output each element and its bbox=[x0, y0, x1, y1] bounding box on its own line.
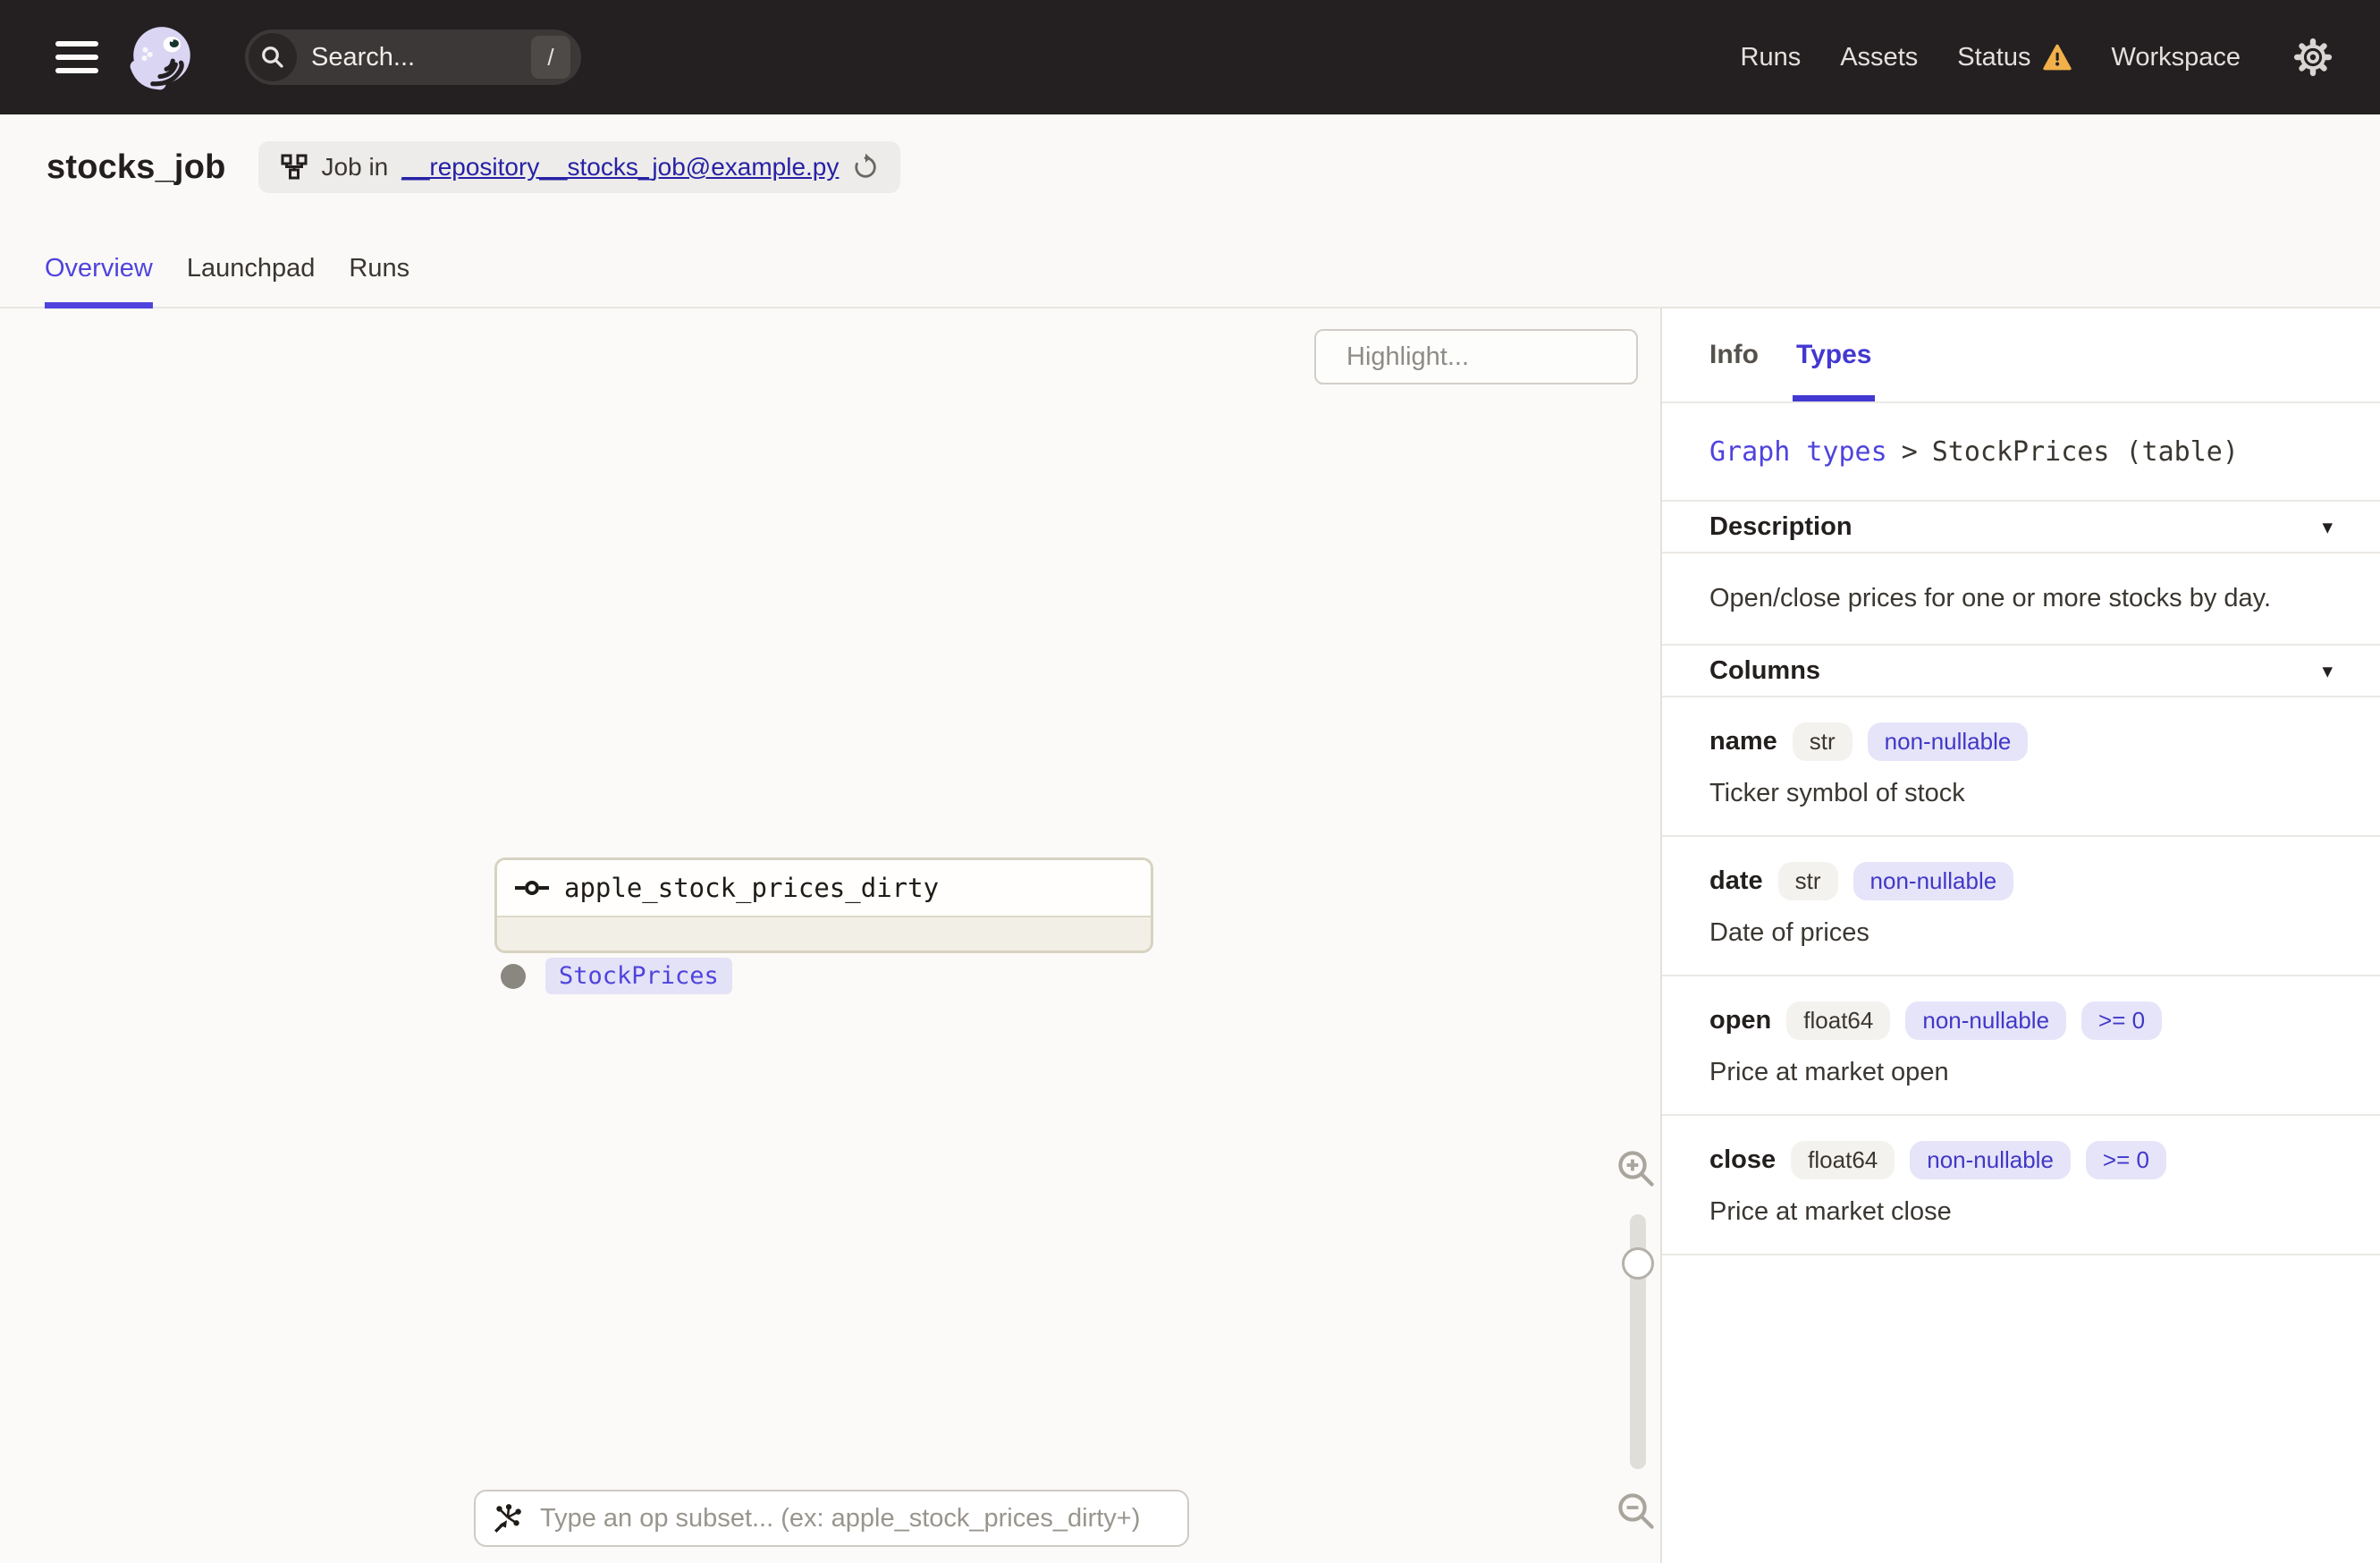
dagster-app: Search... / Runs Assets Status Workspace bbox=[0, 0, 2380, 1563]
column-row: name str non-nullable Ticker symbol of s… bbox=[1662, 697, 2380, 837]
panel-tabs: Info Types bbox=[1662, 308, 2380, 403]
column-description: Price at market close bbox=[1709, 1197, 1952, 1226]
nav-item-workspace[interactable]: Workspace bbox=[2111, 43, 2241, 72]
search-placeholder: Search... bbox=[311, 42, 416, 72]
column-row: date str non-nullable Date of prices bbox=[1662, 837, 2380, 976]
description-text: Open/close prices for one or more stocks… bbox=[1662, 553, 2380, 646]
tab-overview[interactable]: Overview bbox=[45, 254, 153, 308]
chevron-down-icon: ▾ bbox=[2322, 658, 2333, 682]
columns-list: name str non-nullable Ticker symbol of s… bbox=[1662, 697, 2380, 1255]
column-constraint-badges: non-nullable bbox=[1867, 722, 2029, 761]
menu-icon[interactable] bbox=[55, 41, 98, 73]
search-icon bbox=[249, 33, 297, 81]
zoom-out-icon[interactable] bbox=[1615, 1490, 1658, 1537]
op-node-body bbox=[497, 917, 1151, 950]
constraint-badge: non-nullable bbox=[1867, 722, 2029, 761]
column-name: close bbox=[1709, 1145, 1777, 1174]
op-output: StockPrices bbox=[501, 958, 732, 994]
nav-links: Runs Assets Status Workspace bbox=[1741, 37, 2380, 78]
column-constraint-badges: non-nullable >= 0 bbox=[1910, 1141, 2166, 1179]
tab-launchpad[interactable]: Launchpad bbox=[187, 254, 316, 307]
column-type-badge: float64 bbox=[1786, 1001, 1891, 1040]
columns-section-header[interactable]: Columns ▾ bbox=[1662, 646, 2380, 697]
page-header: stocks_job Job in __repository__stocks_j… bbox=[0, 114, 2380, 308]
column-row: close float64 non-nullable >= 0 Price at … bbox=[1662, 1116, 2380, 1255]
section-title: Description bbox=[1709, 511, 1853, 541]
page-tabs: Overview Launchpad Runs bbox=[45, 254, 409, 308]
column-name: name bbox=[1709, 727, 1777, 756]
job-origin-link[interactable]: __repository__stocks_job@example.py bbox=[401, 153, 839, 182]
op-node[interactable]: apple_stock_prices_dirty bbox=[494, 858, 1153, 953]
constraint-badge: >= 0 bbox=[2081, 1001, 2163, 1040]
panel-tab-info[interactable]: Info bbox=[1709, 308, 1759, 401]
column-description: Ticker symbol of stock bbox=[1709, 779, 1965, 807]
op-io-icon bbox=[515, 881, 549, 895]
constraint-badge: >= 0 bbox=[2085, 1141, 2166, 1179]
breadcrumb-separator: > bbox=[1901, 435, 1918, 468]
chevron-down-icon: ▾ bbox=[2322, 514, 2333, 538]
op-subset-input[interactable] bbox=[538, 1502, 1171, 1534]
op-selector-icon bbox=[494, 1504, 521, 1533]
constraint-badge: non-nullable bbox=[1853, 862, 2014, 900]
column-row: open float64 non-nullable >= 0 Price at m… bbox=[1662, 976, 2380, 1116]
constraint-badge: non-nullable bbox=[1910, 1141, 2071, 1179]
constraint-badge: non-nullable bbox=[1905, 1001, 2067, 1040]
nav-item-label: Workspace bbox=[2111, 42, 2241, 72]
top-nav: Search... / Runs Assets Status Workspace bbox=[0, 0, 2380, 114]
nav-item-assets[interactable]: Assets bbox=[1840, 43, 1918, 72]
graph-canvas[interactable]: apple_stock_prices_dirty StockPrices bbox=[0, 308, 1685, 1563]
column-type-badge: float64 bbox=[1791, 1141, 1895, 1179]
warning-icon bbox=[2043, 44, 2072, 71]
refresh-icon[interactable] bbox=[852, 154, 879, 181]
slash-shortcut-key: / bbox=[531, 36, 570, 79]
op-node-title: apple_stock_prices_dirty bbox=[564, 873, 940, 903]
global-search-input[interactable]: Search... / bbox=[245, 30, 581, 85]
zoom-in-icon[interactable] bbox=[1615, 1147, 1658, 1195]
column-constraint-badges: non-nullable >= 0 bbox=[1905, 1001, 2163, 1040]
column-type-badge: str bbox=[1792, 722, 1853, 761]
breadcrumb-current: StockPrices (table) bbox=[1931, 435, 2239, 468]
breadcrumb: Graph types > StockPrices (table) bbox=[1662, 403, 2380, 502]
op-subset-filter bbox=[474, 1490, 1189, 1547]
page-title: stocks_job bbox=[46, 148, 226, 186]
column-name: date bbox=[1709, 866, 1763, 895]
breadcrumb-link-graph-types[interactable]: Graph types bbox=[1709, 436, 1887, 468]
job-origin-pill: Job in __repository__stocks_job@example.… bbox=[257, 141, 901, 193]
type-info-panel: Info Types Graph types > StockPrices (ta… bbox=[1660, 308, 2380, 1563]
dagster-logo-icon[interactable] bbox=[125, 21, 198, 94]
section-title: Columns bbox=[1709, 655, 1821, 685]
nav-item-runs[interactable]: Runs bbox=[1741, 43, 1802, 72]
highlight-input[interactable] bbox=[1345, 341, 1685, 373]
nav-item-label: Status bbox=[1957, 42, 2031, 72]
description-section-header[interactable]: Description ▾ bbox=[1662, 502, 2380, 553]
column-name: open bbox=[1709, 1006, 1772, 1035]
gear-icon[interactable] bbox=[2292, 37, 2334, 78]
job-origin-prefix: Job in bbox=[321, 153, 389, 181]
panel-tab-types[interactable]: Types bbox=[1792, 308, 1876, 401]
column-constraint-badges: non-nullable bbox=[1853, 862, 2014, 900]
column-type-badge: str bbox=[1777, 862, 1838, 900]
tab-runs[interactable]: Runs bbox=[349, 254, 409, 307]
job-graph-icon bbox=[281, 154, 308, 180]
zoom-slider-knob[interactable] bbox=[1622, 1247, 1654, 1280]
nav-item-status[interactable]: Status bbox=[1957, 43, 2072, 72]
column-description: Price at market open bbox=[1709, 1058, 1949, 1086]
column-description: Date of prices bbox=[1709, 918, 1869, 947]
output-type-badge[interactable]: StockPrices bbox=[545, 958, 732, 994]
highlight-search bbox=[1314, 329, 1685, 384]
output-port-icon[interactable] bbox=[501, 963, 526, 989]
nav-item-label: Runs bbox=[1740, 42, 1802, 72]
nav-item-label: Assets bbox=[1840, 42, 1919, 72]
